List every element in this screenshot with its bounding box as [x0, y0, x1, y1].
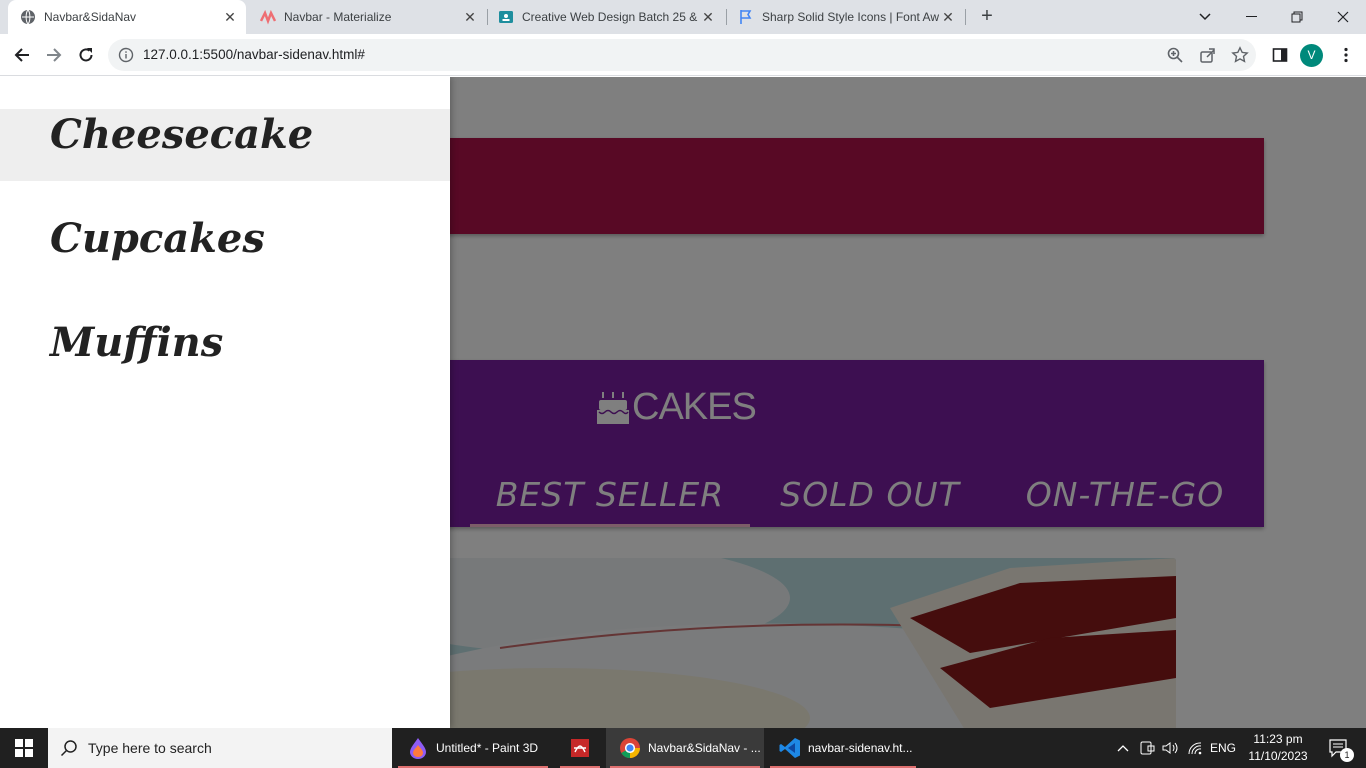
sidenav-item-cupcakes[interactable]: Cupcakes [0, 213, 450, 285]
vscode-icon [778, 736, 802, 760]
side-panel-button[interactable] [1266, 41, 1294, 69]
network-button[interactable] [1184, 728, 1206, 768]
paint3d-icon [406, 736, 430, 760]
tab-navbar-sidanav[interactable]: Navbar&SidaNav ✕ [8, 0, 246, 34]
taskbar-app-paint3d[interactable]: Untitled* - Paint 3D [394, 728, 552, 768]
side-nav: Cheesecake Cupcakes Muffins [0, 77, 450, 728]
tab-separator [726, 9, 727, 25]
chevron-up-icon [1117, 745, 1129, 752]
side-panel-icon [1272, 48, 1288, 62]
reload-button[interactable] [72, 41, 100, 69]
page-viewport: CAKES BEST SELLER SOLD OUT ON-THE-GO Che… [0, 77, 1366, 728]
meet-now-button[interactable] [1136, 728, 1158, 768]
device-icon [1140, 741, 1155, 755]
restore-icon [1291, 11, 1303, 23]
notification-center-button[interactable]: 1 [1320, 728, 1356, 768]
arrow-right-icon [47, 48, 62, 62]
url-text[interactable]: 127.0.0.1:5500/navbar-sidenav.html# [143, 47, 365, 62]
fontawesome-flag-icon [738, 9, 754, 25]
tab-title: Navbar - Materialize [284, 10, 392, 24]
speaker-icon [1162, 742, 1178, 754]
forward-button[interactable] [40, 41, 68, 69]
close-icon[interactable]: ✕ [462, 9, 478, 25]
classroom-icon [498, 9, 514, 25]
star-icon[interactable] [1231, 46, 1249, 64]
profile-avatar[interactable]: V [1300, 44, 1323, 67]
address-bar[interactable]: 127.0.0.1:5500/navbar-sidenav.html# [108, 39, 1256, 71]
taskbar-app-pdf[interactable] [556, 728, 604, 768]
close-icon[interactable]: ✕ [700, 9, 716, 25]
close-icon[interactable]: ✕ [940, 9, 956, 25]
tab-title: Creative Web Design Batch 25 & [522, 10, 698, 24]
more-vert-icon [1344, 47, 1348, 63]
close-icon[interactable]: ✕ [222, 9, 238, 25]
tab-title: Navbar&SidaNav [44, 10, 137, 24]
start-button[interactable] [0, 728, 48, 768]
minimize-icon [1245, 16, 1257, 17]
tab-separator [965, 9, 966, 25]
taskbar-app-label: navbar-sidenav.ht... [808, 741, 913, 755]
clock-date: 11/10/2023 [1248, 749, 1308, 763]
tab-creative-web-design[interactable]: Creative Web Design Batch 25 & ✕ [490, 0, 724, 34]
search-icon [60, 740, 77, 757]
browser-toolbar: 127.0.0.1:5500/navbar-sidenav.html# V [0, 34, 1366, 76]
taskbar-app-label: Untitled* - Paint 3D [436, 741, 539, 755]
volume-button[interactable] [1160, 728, 1182, 768]
search-placeholder: Type here to search [88, 740, 212, 756]
taskbar-clock[interactable]: 11:23 pm 11/10/2023 [1240, 731, 1316, 765]
back-button[interactable] [8, 41, 36, 69]
chevron-down-icon [1199, 13, 1211, 21]
restore-button[interactable] [1274, 0, 1320, 34]
browser-tab-strip: Navbar&SidaNav ✕ Navbar - Materialize ✕ … [0, 0, 1366, 34]
show-hidden-icons-button[interactable] [1112, 728, 1134, 768]
tab-title: Sharp Solid Style Icons | Font Aw [762, 10, 939, 24]
sidenav-item-muffins[interactable]: Muffins [0, 317, 450, 389]
clock-time: 11:23 pm [1253, 732, 1303, 746]
notification-count: 1 [1340, 748, 1354, 762]
materialize-icon [260, 9, 276, 25]
menu-button[interactable] [1332, 41, 1360, 69]
tab-font-awesome[interactable]: Sharp Solid Style Icons | Font Aw ✕ [728, 0, 964, 34]
taskbar-app-chrome[interactable]: Navbar&SidaNav - ... [606, 728, 764, 768]
taskbar-app-label: Navbar&SidaNav - ... [648, 741, 761, 755]
taskbar-search[interactable]: Type here to search [48, 728, 392, 768]
sidenav-item-cheesecake[interactable]: Cheesecake [0, 109, 450, 181]
arrow-left-icon [14, 48, 29, 62]
share-icon[interactable] [1199, 46, 1217, 64]
tab-separator [487, 9, 488, 25]
language-indicator[interactable]: ENG [1208, 728, 1238, 768]
close-icon [1337, 11, 1349, 23]
close-window-button[interactable] [1320, 0, 1366, 34]
taskbar-app-vscode[interactable]: navbar-sidenav.ht... [766, 728, 920, 768]
chrome-icon [618, 736, 642, 760]
tab-materialize[interactable]: Navbar - Materialize ✕ [250, 0, 486, 34]
tab-search-button[interactable] [1182, 0, 1228, 34]
minimize-button[interactable] [1228, 0, 1274, 34]
pdf-app-icon [568, 736, 592, 760]
zoom-icon[interactable] [1166, 46, 1184, 64]
new-tab-button[interactable]: + [976, 6, 998, 28]
globe-icon [20, 9, 36, 25]
windows-taskbar: Type here to search Untitled* - Paint 3D… [0, 728, 1366, 768]
windows-icon [15, 739, 33, 757]
info-icon[interactable] [118, 47, 134, 63]
reload-icon [79, 48, 93, 62]
wifi-icon [1188, 742, 1202, 755]
